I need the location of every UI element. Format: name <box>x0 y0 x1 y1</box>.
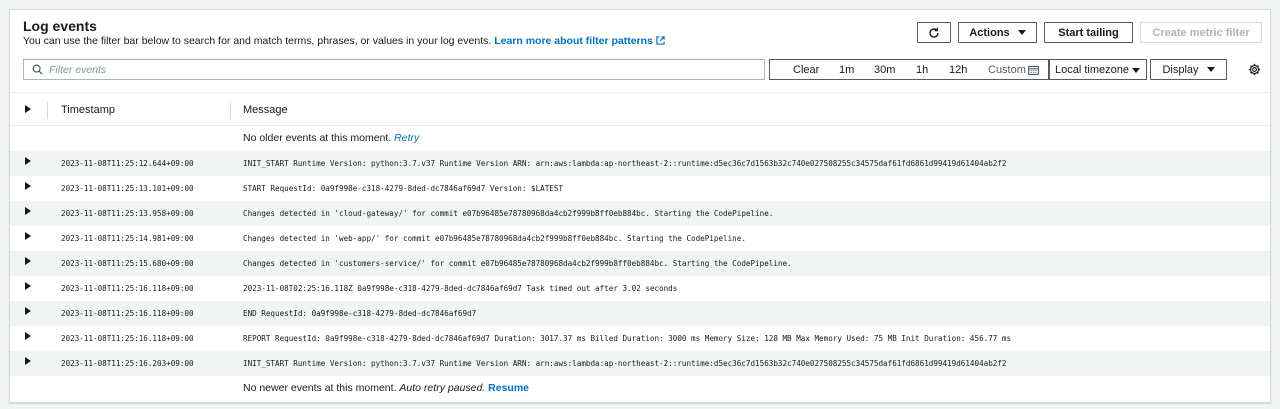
row-message: 2023-11-08T02:25:16.118Z 0a9f998e-c318-4… <box>243 284 678 293</box>
row-message: START RequestId: 0a9f998e-c318-4279-8ded… <box>243 184 564 193</box>
column-header-timestamp[interactable]: Timestamp <box>61 104 115 116</box>
row-message: Changes detected in 'cloud-gateway/' for… <box>243 209 774 218</box>
resume-link[interactable]: Resume <box>488 382 529 394</box>
table-row[interactable]: 2023-11-08T11:25:12.644+09:00 INIT_START… <box>10 151 1270 176</box>
start-tailing-button[interactable]: Start tailing <box>1044 22 1133 43</box>
timezone-select[interactable]: Local timezone <box>1049 59 1147 80</box>
expand-all-icon[interactable] <box>25 105 31 113</box>
filter-bar <box>23 59 765 80</box>
retry-link[interactable]: Retry <box>394 132 419 144</box>
row-message: INIT_START Runtime Version: python:3.7.v… <box>243 359 1007 368</box>
log-events-panel: Log events You can use the filter bar be… <box>9 9 1271 403</box>
row-message: Changes detected in 'customers-service/'… <box>243 259 792 268</box>
time-range-clear[interactable]: Clear <box>793 64 819 76</box>
expand-row-icon[interactable] <box>25 232 31 240</box>
create-metric-filter-label: Create metric filter <box>1152 26 1250 39</box>
search-icon <box>32 64 43 75</box>
external-link-icon <box>656 36 665 45</box>
display-label: Display <box>1162 63 1199 76</box>
actions-label: Actions <box>969 26 1010 39</box>
refresh-button[interactable] <box>917 22 951 43</box>
row-timestamp: 2023-11-08T11:25:14.981+09:00 <box>61 234 194 243</box>
row-timestamp: 2023-11-08T11:25:15.680+09:00 <box>61 259 194 268</box>
time-range-1h[interactable]: 1h <box>916 64 928 76</box>
time-range-12h[interactable]: 12h <box>949 64 967 76</box>
row-timestamp: 2023-11-08T11:25:16.203+09:00 <box>61 359 194 368</box>
expand-row-icon[interactable] <box>25 182 31 190</box>
filter-events-input[interactable] <box>49 63 729 76</box>
panel-title: Log events <box>23 18 97 34</box>
learn-more-label: Learn more about filter patterns <box>494 35 653 47</box>
row-timestamp: 2023-11-08T11:25:16.118+09:00 <box>61 309 194 318</box>
table-row[interactable]: 2023-11-08T11:25:13.958+09:00 Changes de… <box>10 201 1270 226</box>
expand-row-icon[interactable] <box>25 207 31 215</box>
time-range-selector: Clear 1m 30m 1h 12h Custom <box>769 59 1049 80</box>
caret-down-icon <box>1206 67 1215 72</box>
row-message: Changes detected in 'web-app/' for commi… <box>243 234 746 243</box>
refresh-icon <box>929 27 939 38</box>
timezone-selected-value: Local timezone <box>1055 63 1129 76</box>
column-divider <box>47 101 48 119</box>
expand-row-icon[interactable] <box>25 357 31 365</box>
table-row[interactable]: 2023-11-08T11:25:14.981+09:00 Changes de… <box>10 226 1270 251</box>
column-divider <box>230 101 231 119</box>
learn-more-link[interactable]: Learn more about filter patterns <box>494 35 665 47</box>
table-row[interactable]: 2023-11-08T11:25:13.101+09:00 START Requ… <box>10 176 1270 201</box>
row-timestamp: 2023-11-08T11:25:16.118+09:00 <box>61 284 194 293</box>
row-timestamp: 2023-11-08T11:25:12.644+09:00 <box>61 159 194 168</box>
row-message: REPORT RequestId: 0a9f998e-c318-4279-8de… <box>243 334 1012 343</box>
expand-row-icon[interactable] <box>25 332 31 340</box>
caret-down-icon <box>1017 30 1026 35</box>
table-row[interactable]: 2023-11-08T11:25:16.118+09:00 2023-11-08… <box>10 276 1270 301</box>
expand-row-icon[interactable] <box>25 282 31 290</box>
no-older-label: No older events at this moment. <box>243 132 392 144</box>
no-newer-text: No newer events at this moment. Auto ret… <box>243 382 529 394</box>
actions-button[interactable]: Actions <box>958 22 1037 43</box>
table-header: Timestamp Message <box>10 92 1270 126</box>
no-newer-events-notice: No newer events at this moment. Auto ret… <box>10 376 1270 401</box>
expand-row-icon[interactable] <box>25 157 31 165</box>
table-row[interactable]: 2023-11-08T11:25:16.203+09:00 INIT_START… <box>10 351 1270 376</box>
auto-retry-label: Auto retry paused. <box>399 382 486 394</box>
table-row[interactable]: 2023-11-08T11:25:16.118+09:00 REPORT Req… <box>10 326 1270 351</box>
row-message: INIT_START Runtime Version: python:3.7.v… <box>243 159 1007 168</box>
display-button[interactable]: Display <box>1150 59 1227 80</box>
expand-row-icon[interactable] <box>25 257 31 265</box>
no-older-events-notice: No older events at this moment. Retry <box>10 126 1270 151</box>
time-range-30m[interactable]: 30m <box>874 64 895 76</box>
row-timestamp: 2023-11-08T11:25:13.101+09:00 <box>61 184 194 193</box>
row-timestamp: 2023-11-08T11:25:13.958+09:00 <box>61 209 194 218</box>
gear-icon[interactable] <box>1248 63 1261 76</box>
no-newer-label: No newer events at this moment. <box>243 382 397 394</box>
log-events-table: Timestamp Message No older events at thi… <box>10 92 1270 401</box>
column-header-message[interactable]: Message <box>243 104 288 116</box>
expand-row-icon[interactable] <box>25 307 31 315</box>
caret-down-icon <box>1132 68 1140 73</box>
description-text: You can use the filter bar below to sear… <box>23 35 492 47</box>
table-row[interactable]: 2023-11-08T11:25:15.680+09:00 Changes de… <box>10 251 1270 276</box>
time-range-custom[interactable]: Custom <box>988 64 1026 76</box>
panel-description: You can use the filter bar below to sear… <box>23 35 665 47</box>
no-older-text: No older events at this moment. Retry <box>243 132 419 144</box>
create-metric-filter-button[interactable]: Create metric filter <box>1140 22 1262 43</box>
row-timestamp: 2023-11-08T11:25:16.118+09:00 <box>61 334 194 343</box>
table-row[interactable]: 2023-11-08T11:25:16.118+09:00 END Reques… <box>10 301 1270 326</box>
calendar-icon[interactable] <box>1028 65 1039 75</box>
start-tailing-label: Start tailing <box>1058 26 1119 39</box>
row-message: END RequestId: 0a9f998e-c318-4279-8ded-d… <box>243 309 477 318</box>
time-range-1m[interactable]: 1m <box>839 64 854 76</box>
